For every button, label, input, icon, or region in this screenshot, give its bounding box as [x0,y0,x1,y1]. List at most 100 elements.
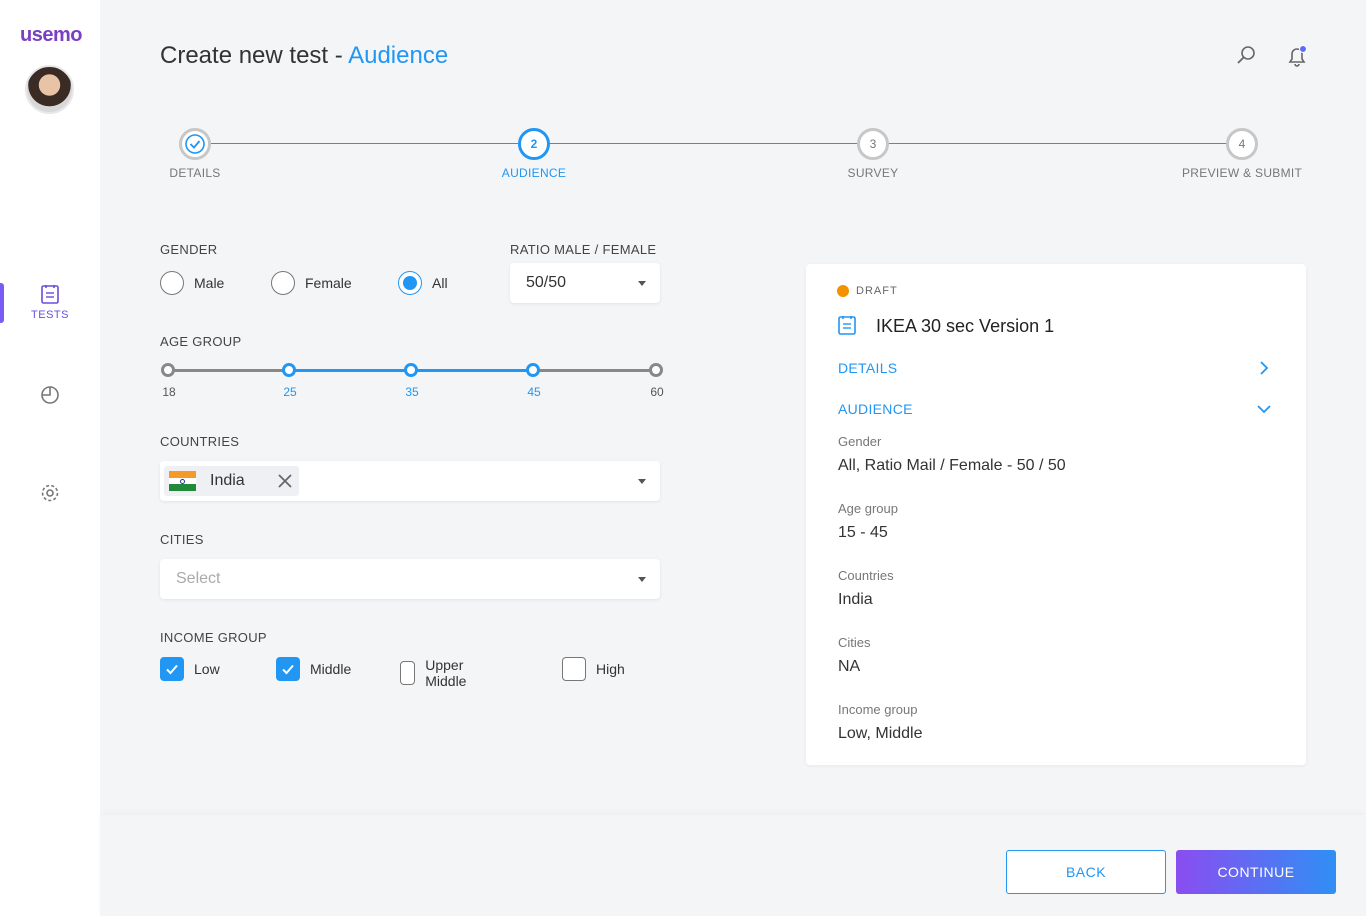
age-slider-stop-35[interactable] [404,363,418,377]
age-tick: 45 [527,385,541,399]
summary-section-audience[interactable]: AUDIENCE [838,401,913,417]
radio-label: Female [305,275,352,291]
radio-circle[interactable] [271,271,295,295]
checkbox-label: High [596,661,625,677]
summary-key-countries: Countries [838,568,894,583]
sidebar-item-settings[interactable] [0,482,100,504]
checkbox-label: Middle [310,661,352,677]
cities-label: CITIES [160,532,204,547]
step-circle: 3 [857,128,889,160]
radio-circle[interactable] [160,271,184,295]
age-slider-handle-max[interactable] [526,363,540,377]
search-icon[interactable] [1235,44,1257,66]
checkbox-box[interactable] [562,657,586,681]
checkbox-label: Low [194,661,220,677]
india-flag-icon [169,471,196,492]
sidebar: usemo TESTS [0,0,100,916]
countries-select[interactable]: India [160,461,660,501]
age-tick: 25 [283,385,297,399]
gender-radio-all[interactable]: All [398,271,448,295]
summary-key-income: Income group [838,702,918,717]
summary-key-gender: Gender [838,434,882,449]
cities-placeholder: Select [176,570,221,587]
checkbox-box[interactable] [276,657,300,681]
age-slider-handle-min[interactable] [282,363,296,377]
age-slider-stop-60[interactable] [649,363,663,377]
ratio-value: 50/50 [526,274,567,291]
cities-select[interactable]: Select [160,559,660,599]
summary-key-age: Age group [838,501,898,516]
step-survey[interactable]: 3 SURVEY [833,128,913,180]
ratio-label: RATIO MALE / FEMALE [510,242,657,257]
income-group-label: INCOME GROUP [160,630,267,645]
bell-icon[interactable] [1285,44,1309,68]
gender-radio-female[interactable]: Female [271,271,352,295]
step-label: DETAILS [169,166,221,180]
pie-chart-icon [41,386,59,404]
status-badge: DRAFT [856,285,898,297]
chevron-down-icon[interactable] [1256,401,1272,417]
gender-radio-male[interactable]: Male [160,271,224,295]
summary-value-age: 15 - 45 [838,524,888,541]
checkbox-box[interactable] [160,657,184,681]
country-chip-label: India [210,472,245,489]
sidebar-item-reports[interactable] [0,383,100,405]
check-icon [166,664,178,675]
sidebar-item-tests[interactable]: TESTS [0,283,100,321]
income-checkbox-low[interactable]: Low [160,657,220,681]
checkbox-box[interactable] [400,661,416,685]
summary-card: DRAFT IKEA 30 sec Version 1 DETAILS AUDI… [806,264,1306,765]
gear-icon [41,484,59,502]
countries-label: COUNTRIES [160,434,240,449]
clipboard-icon [838,316,856,335]
summary-value-gender: All, Ratio Mail / Female - 50 / 50 [838,457,1066,474]
summary-value-cities: NA [838,658,861,675]
income-checkbox-upper-middle[interactable]: Upper Middle [400,657,475,689]
chevron-right-icon[interactable] [1256,360,1272,376]
continue-button[interactable]: CONTINUE [1176,850,1336,894]
sidebar-item-label: TESTS [31,309,69,321]
page-title-accent: Audience [348,42,449,69]
step-preview-submit[interactable]: 4 PREVIEW & SUBMIT [1182,128,1302,180]
step-details[interactable]: DETAILS [165,128,225,180]
chevron-down-icon [638,479,646,484]
step-audience[interactable]: 2 AUDIENCE [494,128,574,180]
summary-section-details[interactable]: DETAILS [838,360,897,376]
age-slider-stop-18[interactable] [161,363,175,377]
radio-circle[interactable] [398,271,422,295]
age-group-label: AGE GROUP [160,334,242,349]
gender-label: GENDER [160,242,218,257]
summary-value-countries: India [838,591,873,608]
step-circle: 2 [518,128,550,160]
step-circle: 4 [1226,128,1258,160]
chevron-down-icon [638,281,646,286]
clipboard-icon [41,285,59,304]
step-label: PREVIEW & SUBMIT [1182,166,1303,180]
test-title: IKEA 30 sec Version 1 [876,316,1055,336]
avatar[interactable] [25,65,74,114]
income-checkbox-middle[interactable]: Middle [276,657,351,681]
age-tick: 18 [162,385,176,399]
summary-key-cities: Cities [838,635,871,650]
app-logo[interactable]: usemo [20,24,82,47]
step-circle [179,128,211,160]
close-icon[interactable] [278,474,292,488]
step-label: AUDIENCE [501,166,567,180]
radio-label: All [432,275,448,291]
summary-value-income: Low, Middle [838,725,923,742]
page-title-prefix: Create new test - [160,42,349,69]
radio-label: Male [194,275,225,291]
check-circle-icon [185,134,205,154]
ratio-select[interactable]: 50/50 [510,263,660,303]
back-button[interactable]: BACK [1006,850,1166,894]
stepper-line [195,143,1242,144]
checkbox-label: Upper Middle [425,657,467,689]
chevron-down-icon [638,577,646,582]
page-title: Create new test - Audience [160,42,448,70]
income-checkbox-high[interactable]: High [562,657,625,681]
age-tick: 60 [650,385,664,399]
age-tick: 35 [405,385,419,399]
status-dot [837,285,849,297]
check-icon [282,664,294,675]
step-label: SURVEY [847,166,899,180]
